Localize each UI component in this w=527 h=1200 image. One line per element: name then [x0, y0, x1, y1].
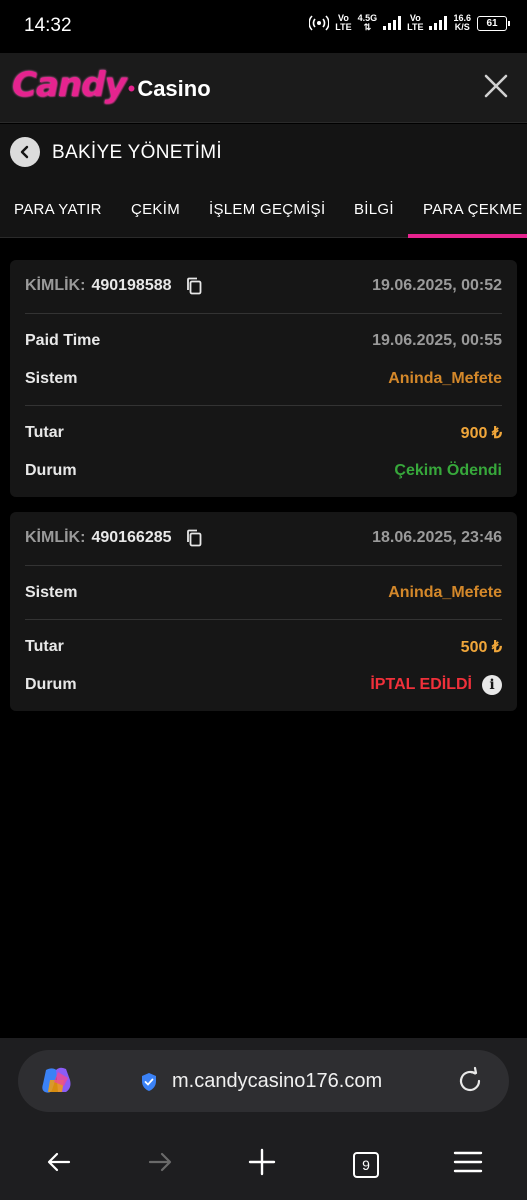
copilot-icon[interactable] — [40, 1066, 74, 1096]
id-label: KİMLİK: — [25, 277, 86, 295]
paid-time-value: 19.06.2025, 00:55 — [372, 332, 502, 349]
transaction-list: KİMLİK: 490198588 19.06.2025, 00:52 Paid … — [0, 238, 527, 1038]
status-badge: İPTAL EDİLDİ — [370, 676, 472, 693]
tab-info[interactable]: BİLGİ — [354, 201, 394, 218]
transaction-card: KİMLİK: 490198588 19.06.2025, 00:52 Paid … — [10, 260, 517, 497]
status-row: Durum İPTAL EDİLDİ i — [25, 673, 502, 697]
divider — [25, 405, 502, 406]
forward-arrow-icon[interactable] — [146, 1148, 174, 1176]
volte-indicator-2: Vo LTE — [407, 13, 424, 32]
amount-label: Tutar — [25, 638, 64, 655]
amount-value: 500 ₺ — [460, 639, 502, 656]
system-row: Sistem Aninda_Mefete — [25, 367, 502, 391]
logo-candy-text: Candy — [12, 65, 127, 105]
tab-switcher-button[interactable]: 9 — [353, 1152, 379, 1178]
status-group: İPTAL EDİLDİ i — [370, 675, 502, 695]
copy-icon[interactable] — [186, 277, 202, 295]
close-icon[interactable] — [483, 73, 509, 99]
page-header: BAKİYE YÖNETİMİ — [0, 124, 527, 182]
status-time: 14:32 — [24, 15, 72, 36]
balance-tabs: PARA YATIR ÇEKİM İŞLEM GEÇMİŞİ BİLGİ PAR… — [0, 182, 527, 238]
transaction-date: 19.06.2025, 00:52 — [372, 277, 502, 294]
signal-strength-icon-1 — [383, 16, 402, 30]
divider — [25, 619, 502, 620]
battery-icon: 61 — [477, 15, 510, 31]
transaction-id-row: KİMLİK: 490166285 18.06.2025, 23:46 — [25, 526, 502, 550]
amount-row: Tutar 500 ₺ — [25, 635, 502, 659]
hotspot-icon — [309, 15, 330, 31]
chevron-left-icon — [20, 145, 29, 159]
volte-indicator-1: Vo LTE — [335, 13, 352, 32]
system-label: Sistem — [25, 584, 78, 601]
candy-casino-logo[interactable]: Candy • Casino — [12, 65, 211, 105]
id-value: 490198588 — [91, 277, 172, 295]
status-label: Durum — [25, 462, 77, 479]
new-tab-plus-icon[interactable] — [248, 1148, 276, 1176]
address-bar[interactable]: m.candycasino176.com — [18, 1050, 509, 1112]
paid-time-row: Paid Time 19.06.2025, 00:55 — [25, 329, 502, 353]
tab-transaction-history[interactable]: İŞLEM GEÇMİŞİ — [209, 201, 325, 218]
system-row: Sistem Aninda_Mefete — [25, 581, 502, 605]
system-value: Aninda_Mefete — [388, 584, 502, 601]
amount-value: 900 ₺ — [460, 425, 502, 442]
id-value: 490166285 — [91, 529, 172, 547]
transaction-date: 18.06.2025, 23:46 — [372, 529, 502, 546]
tab-deposit[interactable]: PARA YATIR — [14, 201, 102, 218]
app-header: Candy • Casino — [0, 53, 527, 123]
url-text: m.candycasino176.com — [172, 1070, 383, 1092]
amount-row: Tutar 900 ₺ — [25, 421, 502, 445]
tab-withdraw[interactable]: ÇEKİM — [131, 201, 180, 218]
divider — [25, 565, 502, 566]
battery-level: 61 — [486, 17, 498, 29]
info-icon[interactable]: i — [482, 675, 502, 695]
copy-icon[interactable] — [186, 529, 202, 547]
status-row: Durum Çekim Ödendi — [25, 459, 502, 483]
network-gen-indicator: 4.5G ⇅ — [357, 13, 378, 32]
browser-chrome: m.candycasino176.com 9 — [0, 1038, 527, 1200]
network-speed: 16.6 K/S — [453, 13, 471, 32]
amount-label: Tutar — [25, 424, 64, 441]
system-icons: Vo LTE 4.5G ⇅ Vo LTE 16.6 K/S 61 — [309, 13, 510, 32]
logo-casino-text: Casino — [137, 76, 211, 101]
paid-time-label: Paid Time — [25, 332, 101, 349]
transaction-id-row: KİMLİK: 490198588 19.06.2025, 00:52 — [25, 274, 502, 298]
divider — [25, 313, 502, 314]
back-arrow-icon[interactable] — [45, 1148, 73, 1176]
browser-nav-bar: 9 — [0, 1142, 527, 1190]
page-title: BAKİYE YÖNETİMİ — [52, 142, 222, 163]
reload-icon[interactable] — [455, 1066, 485, 1096]
status-label: Durum — [25, 676, 77, 693]
status-badge: Çekim Ödendi — [394, 462, 502, 479]
id-label: KİMLİK: — [25, 529, 86, 547]
transaction-id: KİMLİK: 490166285 — [25, 529, 202, 547]
tab-count: 9 — [362, 1157, 370, 1173]
system-value: Aninda_Mefete — [388, 370, 502, 387]
menu-icon[interactable] — [453, 1148, 483, 1176]
system-label: Sistem — [25, 370, 78, 387]
secure-shield-icon — [142, 1073, 156, 1091]
transaction-card: KİMLİK: 490166285 18.06.2025, 23:46 Siste… — [10, 512, 517, 711]
signal-strength-icon-2 — [429, 16, 448, 30]
status-bar: 14:32 Vo LTE 4.5G ⇅ Vo LTE 16.6 K/S 61 — [0, 0, 527, 53]
tab-withdrawal-history[interactable]: PARA ÇEKME İ — [423, 201, 527, 218]
logo-dot: • — [127, 76, 136, 101]
back-button[interactable] — [10, 137, 40, 167]
transaction-id: KİMLİK: 490198588 — [25, 277, 202, 295]
